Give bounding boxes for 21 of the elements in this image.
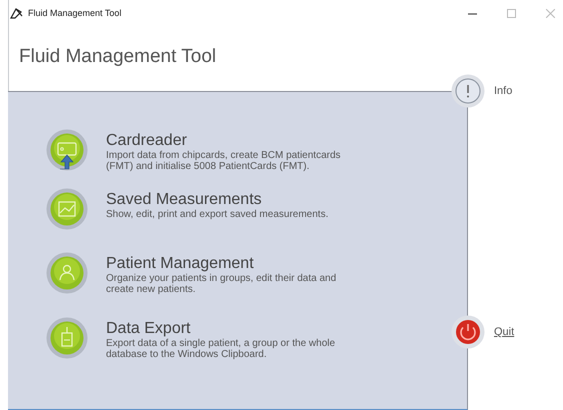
card-icon[interactable] (46, 129, 88, 171)
item-description: Organize your patients in groups, edit their data and create new patients. (106, 273, 338, 295)
item-description: Export data of a single patient, a group or the whole database to the Windows Clipboard. (106, 338, 336, 360)
window-title: Fluid Management Tool (28, 8, 122, 18)
chart-icon[interactable] (46, 188, 88, 230)
person-icon[interactable] (46, 252, 88, 294)
item-description: Import data from chipcards, create BCM patientcards (FMT) and initialise 5008 PatientCards (FMT). (106, 150, 342, 172)
item-title[interactable]: Cardreader (106, 132, 346, 150)
exclamation-icon[interactable] (451, 74, 485, 108)
item-title[interactable]: Saved Measurements (106, 191, 346, 209)
close-icon[interactable] (546, 8, 555, 18)
info-link[interactable]: Info (494, 85, 512, 97)
device-icon[interactable] (46, 317, 88, 359)
maximize-icon[interactable] (507, 8, 516, 18)
app-icon (10, 8, 23, 18)
item-description: Show, edit, print and export saved measurements. (106, 209, 330, 220)
quit-link[interactable]: Quit (494, 326, 514, 338)
app-title: Fluid Management Tool (18, 45, 218, 69)
item-title[interactable]: Patient Management (106, 255, 346, 273)
item-title[interactable]: Data Export (106, 320, 346, 338)
power-icon[interactable] (451, 315, 485, 349)
